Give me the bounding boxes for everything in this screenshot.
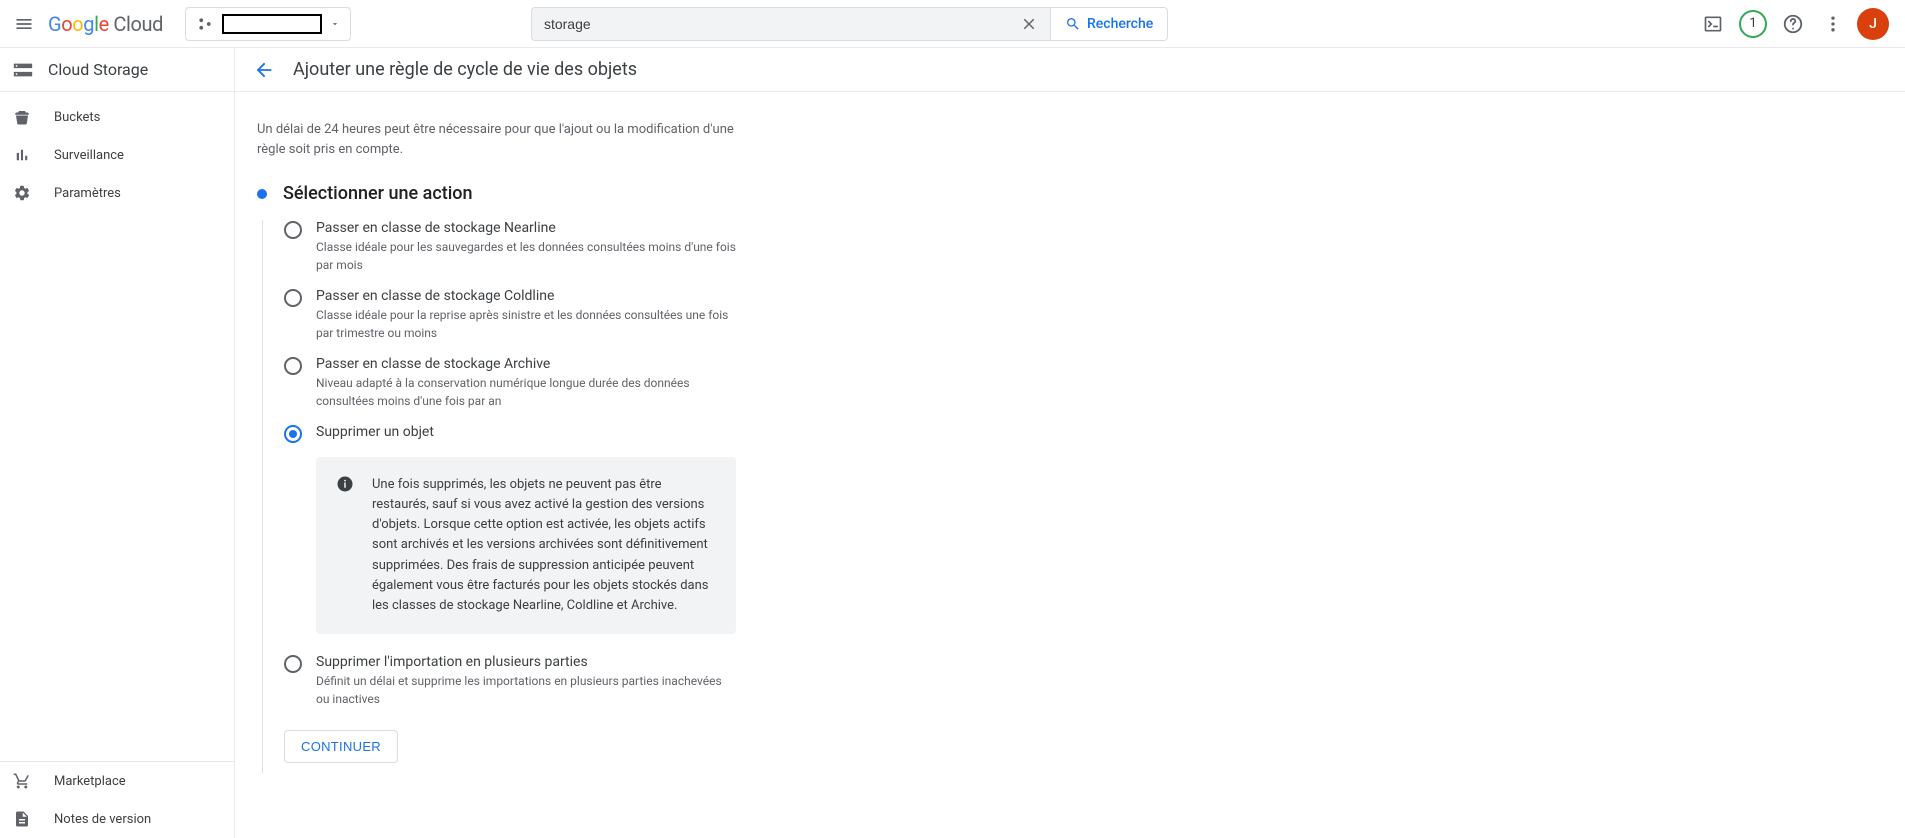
radio-option-delete[interactable]: Supprimer un objet: [284, 424, 995, 443]
delay-notice: Un délai de 24 heures peut être nécessai…: [257, 120, 737, 159]
search-input[interactable]: [544, 16, 1020, 32]
gear-icon: [12, 184, 32, 202]
radio-option-coldline[interactable]: Passer en classe de stockage Coldline Cl…: [284, 288, 995, 342]
bucket-icon: [12, 108, 32, 126]
sidebar-title: Cloud Storage: [48, 60, 148, 79]
project-name-redacted: [222, 14, 322, 34]
cloud-shell-icon[interactable]: [1693, 4, 1733, 44]
sidebar-item-label: Surveillance: [54, 148, 124, 163]
sidebar-header: Cloud Storage: [0, 48, 234, 92]
step-title: Sélectionner une action: [283, 183, 995, 204]
sidebar-item-settings[interactable]: Paramètres: [0, 174, 234, 212]
info-icon: [336, 475, 354, 493]
sidebar-item-label: Notes de version: [54, 812, 151, 827]
sidebar-item-buckets[interactable]: Buckets: [0, 98, 234, 136]
radio-label: Supprimer l'importation en plusieurs par…: [316, 654, 995, 670]
sidebar-item-label: Marketplace: [54, 774, 126, 789]
chevron-down-icon: [330, 19, 340, 29]
step-bullet: [257, 189, 267, 199]
radio-label: Supprimer un objet: [316, 424, 995, 440]
radio-icon[interactable]: [284, 289, 302, 307]
document-icon: [12, 810, 32, 828]
page-title: Ajouter une règle de cycle de vie des ob…: [293, 59, 637, 80]
radio-icon[interactable]: [284, 655, 302, 673]
radio-label: Passer en classe de stockage Coldline: [316, 288, 995, 304]
storage-icon: [12, 59, 34, 81]
radio-desc: Niveau adapté à la conservation numériqu…: [316, 374, 736, 410]
radio-label: Passer en classe de stockage Archive: [316, 356, 995, 372]
info-text: Une fois supprimés, les objets ne peuven…: [372, 475, 716, 616]
radio-option-nearline[interactable]: Passer en classe de stockage Nearline Cl…: [284, 220, 995, 274]
search-clear-icon[interactable]: [1020, 15, 1038, 33]
search-icon: [1065, 16, 1081, 32]
google-cloud-logo[interactable]: Google Cloud: [48, 12, 163, 36]
monitoring-icon: [12, 146, 32, 164]
sidebar-item-label: Paramètres: [54, 186, 121, 201]
search-button-label: Recherche: [1087, 16, 1153, 32]
radio-desc: Classe idéale pour les sauvegardes et le…: [316, 238, 736, 274]
project-icon: [196, 15, 214, 33]
radio-option-multipart[interactable]: Supprimer l'importation en plusieurs par…: [284, 654, 995, 708]
notifications-badge[interactable]: 1: [1733, 4, 1773, 44]
radio-icon[interactable]: [284, 425, 302, 443]
search-button[interactable]: Recherche: [1051, 7, 1168, 41]
radio-icon[interactable]: [284, 357, 302, 375]
help-icon[interactable]: [1773, 4, 1813, 44]
radio-desc: Classe idéale pour la reprise après sini…: [316, 306, 736, 342]
back-arrow-icon[interactable]: [253, 59, 275, 81]
more-icon[interactable]: [1813, 4, 1853, 44]
radio-icon[interactable]: [284, 221, 302, 239]
search-box[interactable]: [531, 7, 1051, 41]
sidebar-item-release-notes[interactable]: Notes de version: [0, 800, 234, 838]
sidebar-item-label: Buckets: [54, 110, 100, 125]
continue-button[interactable]: CONTINUER: [284, 730, 398, 763]
radio-desc: Définit un délai et supprime les importa…: [316, 672, 736, 708]
info-box: Une fois supprimés, les objets ne peuven…: [316, 457, 736, 634]
sidebar-item-surveillance[interactable]: Surveillance: [0, 136, 234, 174]
sidebar-item-marketplace[interactable]: Marketplace: [0, 762, 234, 800]
radio-label: Passer en classe de stockage Nearline: [316, 220, 995, 236]
project-selector[interactable]: [185, 7, 351, 41]
radio-option-archive[interactable]: Passer en classe de stockage Archive Niv…: [284, 356, 995, 410]
hamburger-menu[interactable]: [12, 12, 36, 36]
marketplace-icon: [12, 772, 32, 790]
avatar[interactable]: J: [1853, 4, 1893, 44]
